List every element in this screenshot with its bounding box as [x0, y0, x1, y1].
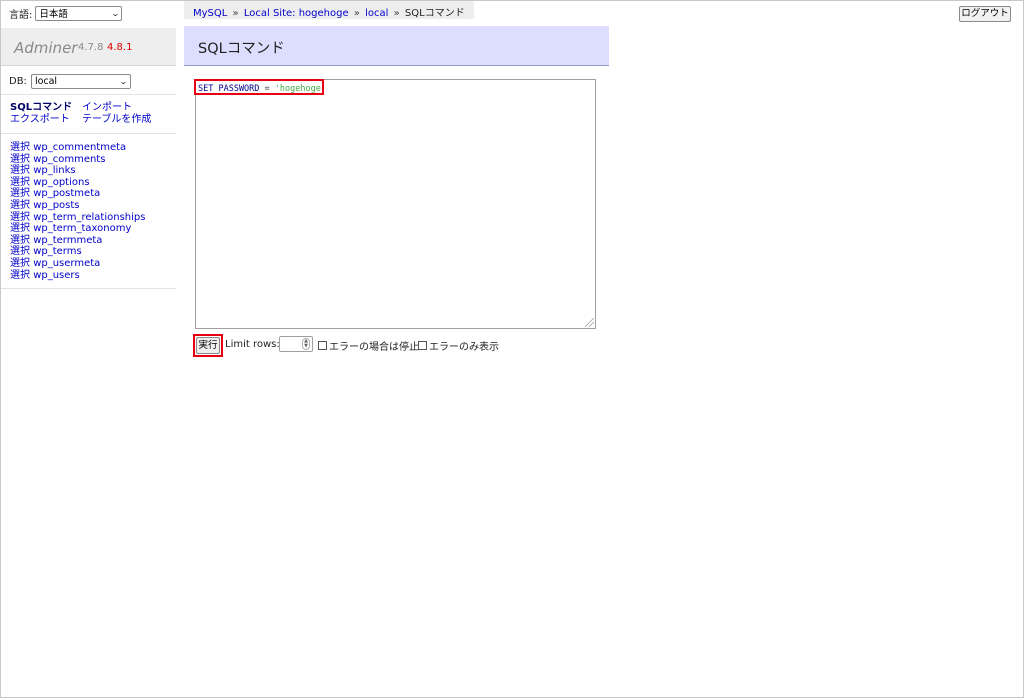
table-name-link[interactable]: wp_commentmeta: [33, 142, 126, 153]
breadcrumb-separator: »: [353, 8, 360, 19]
breadcrumb-server[interactable]: MySQL: [193, 8, 227, 19]
table-select-link[interactable]: 選択: [10, 188, 30, 199]
table-select-link[interactable]: 選択: [10, 200, 30, 211]
stepper-icon[interactable]: ▲ ▼: [302, 338, 310, 350]
language-row: 言語: 日本語 ⌄: [9, 5, 123, 21]
sql-query-textarea[interactable]: SET PASSWORD = 'hogehoge': [195, 79, 596, 329]
table-row: 選択 wp_term_relationships: [10, 212, 145, 224]
stop-on-error-label: エラーの場合は停止: [329, 342, 419, 353]
database-label: DB:: [9, 75, 27, 87]
table-row: 選択 wp_termmeta: [10, 235, 145, 247]
sidebar-divider: [0, 288, 176, 289]
limit-rows-input[interactable]: ▲ ▼: [279, 336, 313, 352]
page-heading: SQLコマンド: [184, 26, 609, 66]
stop-on-error-checkbox[interactable]: [318, 341, 327, 350]
breadcrumb-site[interactable]: Local Site: hogehoge: [244, 8, 349, 19]
execute-button[interactable]: 実行: [196, 337, 220, 354]
table-select-link[interactable]: 選択: [10, 246, 30, 257]
resize-grip-icon[interactable]: [585, 318, 594, 327]
table-select-link[interactable]: 選択: [10, 270, 30, 281]
table-name-link[interactable]: wp_postmeta: [33, 188, 100, 199]
language-selected-value: 日本語: [39, 9, 68, 20]
sql-keyword: SET PASSWORD: [198, 84, 260, 94]
table-select-link[interactable]: 選択: [10, 223, 30, 234]
table-select-link[interactable]: 選択: [10, 154, 30, 165]
page-title: SQLコマンド: [198, 41, 285, 57]
language-label: 言語:: [9, 9, 33, 21]
sidebar-divider: [0, 94, 176, 95]
sidebar-divider: [0, 133, 176, 134]
database-selected-value: local: [34, 75, 58, 87]
table-row: 選択 wp_comments: [10, 154, 145, 166]
table-name-link[interactable]: wp_termmeta: [33, 235, 102, 246]
adminer-version: 4.7.8: [78, 42, 104, 53]
table-row: 選択 wp_commentmeta: [10, 142, 145, 154]
table-row: 選択 wp_links: [10, 165, 145, 177]
logout-button[interactable]: ログアウト: [959, 6, 1011, 22]
export-link[interactable]: エクスポート: [10, 114, 70, 125]
breadcrumb-current: SQLコマンド: [404, 8, 465, 19]
table-row: 選択 wp_usermeta: [10, 258, 145, 270]
table-list: 選択 wp_commentmeta 選択 wp_comments 選択 wp_lin…: [10, 142, 145, 281]
table-row: 選択 wp_users: [10, 270, 145, 282]
table-name-link[interactable]: wp_users: [33, 270, 80, 281]
table-select-link[interactable]: 選択: [10, 235, 30, 246]
breadcrumb: MySQL » Local Site: hogehoge » local » S…: [184, 0, 474, 19]
import-link[interactable]: インポート: [82, 102, 132, 114]
limit-rows-label: Limit rows:: [225, 339, 280, 350]
sidebar-menu: SQLコマンド インポート エクスポート テーブルを作成: [10, 102, 175, 126]
breadcrumb-db[interactable]: local: [365, 8, 388, 19]
table-row: 選択 wp_term_taxonomy: [10, 223, 145, 235]
database-row: DB: local ⌄: [9, 73, 131, 89]
sql-command-link[interactable]: SQLコマンド: [10, 102, 72, 113]
sql-string-value: 'hogehoge': [274, 84, 326, 94]
database-select[interactable]: local ⌄: [30, 73, 131, 89]
table-row: 選択 wp_postmeta: [10, 188, 145, 200]
sql-operator: =: [264, 84, 270, 94]
create-table-link[interactable]: テーブルを作成: [82, 114, 151, 126]
table-name-link[interactable]: wp_comments: [33, 154, 105, 165]
logo-band: Adminer 4.7.8 4.8.1: [0, 28, 176, 66]
show-only-errors-option[interactable]: エラーのみ表示: [418, 338, 499, 353]
table-row: 選択 wp_posts: [10, 200, 145, 212]
language-select[interactable]: 日本語 ⌄: [35, 5, 123, 21]
table-select-link[interactable]: 選択: [10, 258, 30, 269]
table-name-link[interactable]: wp_term_relationships: [33, 212, 145, 223]
table-name-link[interactable]: wp_links: [33, 165, 75, 176]
table-row: 選択 wp_terms: [10, 246, 145, 258]
table-select-link[interactable]: 選択: [10, 165, 30, 176]
sql-query-line: SET PASSWORD = 'hogehoge': [198, 84, 326, 94]
chevron-down-icon: ⌄: [110, 8, 120, 18]
table-select-link[interactable]: 選択: [10, 177, 30, 188]
table-select-link[interactable]: 選択: [10, 142, 30, 153]
stop-on-error-option[interactable]: エラーの場合は停止: [318, 338, 419, 353]
table-name-link[interactable]: wp_options: [33, 177, 89, 188]
table-name-link[interactable]: wp_posts: [33, 200, 79, 211]
adminer-logo[interactable]: Adminer: [14, 39, 77, 57]
breadcrumb-separator: »: [393, 8, 400, 19]
table-name-link[interactable]: wp_usermeta: [33, 258, 100, 269]
show-only-errors-label: エラーのみ表示: [429, 342, 499, 353]
adminer-new-version[interactable]: 4.8.1: [107, 42, 132, 53]
table-name-link[interactable]: wp_term_taxonomy: [33, 223, 131, 234]
show-only-errors-checkbox[interactable]: [418, 341, 427, 350]
breadcrumb-separator: »: [232, 8, 239, 19]
table-select-link[interactable]: 選択: [10, 212, 30, 223]
table-name-link[interactable]: wp_terms: [33, 246, 82, 257]
table-row: 選択 wp_options: [10, 177, 145, 189]
chevron-down-icon: ⌄: [119, 76, 128, 86]
